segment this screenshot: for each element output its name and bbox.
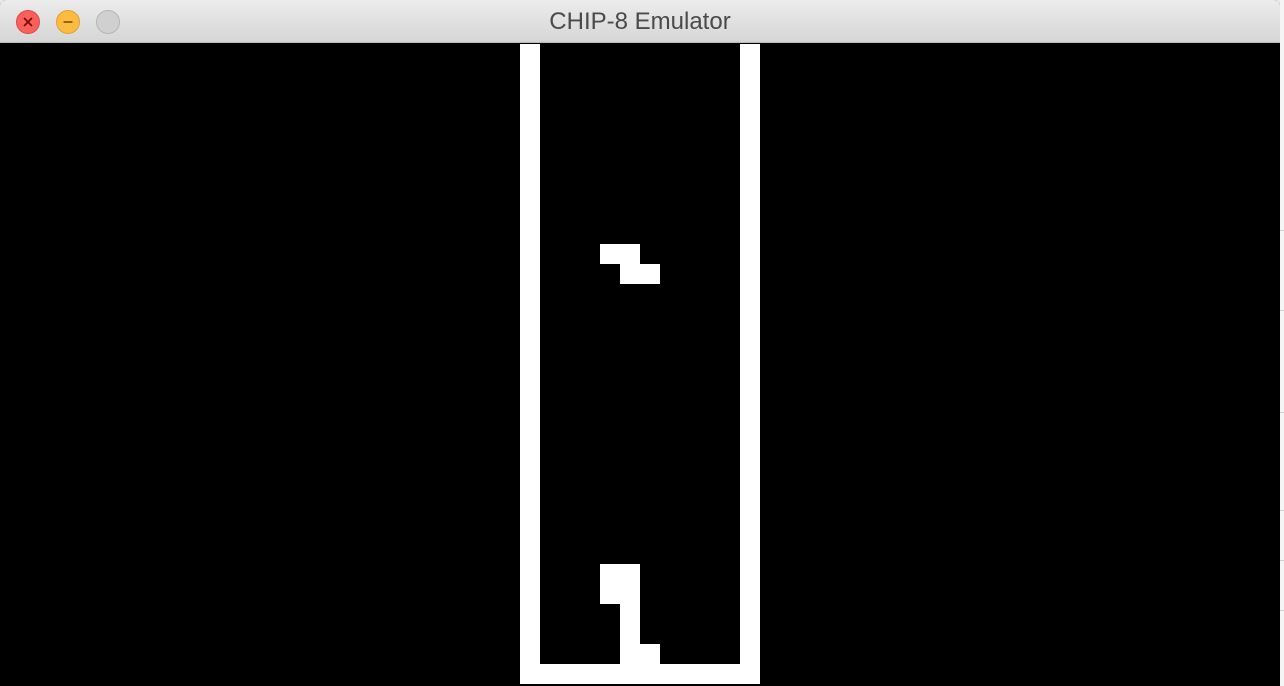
well-left-wall: [520, 44, 540, 684]
background-edge-line: [1280, 610, 1284, 611]
background-edge-line: [1280, 560, 1284, 561]
stack-block-column: [620, 604, 640, 664]
background-edge-line: [1280, 412, 1284, 413]
falling-piece-bottom: [620, 264, 660, 284]
falling-piece-top: [600, 244, 640, 264]
well-right-wall: [740, 44, 760, 684]
title-bar[interactable]: CHIP-8 Emulator: [0, 0, 1280, 43]
emulator-display: [0, 44, 1280, 684]
background-edge-line: [1280, 310, 1284, 311]
stack-block-top: [600, 564, 640, 604]
stack-block-foot: [640, 644, 660, 664]
window-title: CHIP-8 Emulator: [549, 8, 731, 35]
background-edge-line: [1280, 230, 1284, 231]
emulator-window: CHIP-8 Emulator: [0, 0, 1280, 686]
background-edge-line: [1280, 510, 1284, 511]
well-floor: [520, 664, 760, 684]
background-window-edge: [1280, 0, 1284, 686]
